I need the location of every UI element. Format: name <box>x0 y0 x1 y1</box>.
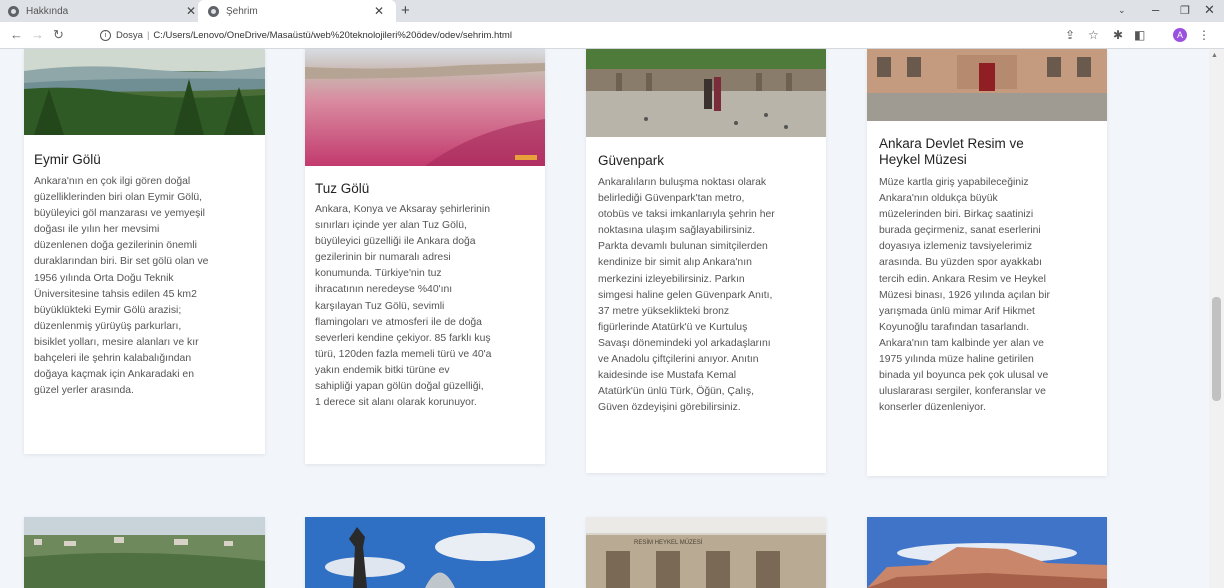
card-text: Ankaralıların buluşma noktası olarak bel… <box>598 177 775 414</box>
tab-hakkinda[interactable]: Hakkında ✕ <box>8 0 198 22</box>
tab-label: Şehrim <box>226 5 258 17</box>
bookmark-star-icon[interactable]: ☆ <box>1088 28 1099 42</box>
address-bar: ← → ↻ i Dosya | C:/Users/Lenovo/OneDrive… <box>0 22 1224 49</box>
card-bottom-3: RESİM HEYKEL MÜZESİ <box>586 517 826 588</box>
url-prefix: Dosya <box>116 29 143 41</box>
card-guvenpark: Güvenpark Ankaralıların buluşma noktası … <box>586 49 826 473</box>
guvenpark-image <box>586 49 826 137</box>
url-field[interactable]: i Dosya | C:/Users/Lenovo/OneDrive/Masaü… <box>92 25 1022 45</box>
menu-icon[interactable]: ⋮ <box>1198 28 1210 42</box>
reload-icon[interactable]: ↻ <box>53 27 64 43</box>
tuz-golu-image <box>305 49 545 166</box>
museum-image <box>867 49 1107 121</box>
card-tuz-golu: Tuz Gölü Ankara, Konya ve Aksaray şehirl… <box>305 49 545 464</box>
scrollbar-thumb[interactable] <box>1212 297 1221 401</box>
back-icon[interactable]: ← <box>10 27 23 42</box>
card-title: Eymir Gölü <box>34 152 101 167</box>
tab-bar: Hakkında ✕ Şehrim ✕ + ⌄ – ❐ ✕ <box>0 0 1224 22</box>
museum-sign-text: RESİM HEYKEL MÜZESİ <box>634 540 703 546</box>
close-tab-icon[interactable]: ✕ <box>186 4 196 18</box>
url-text: C:/Users/Lenovo/OneDrive/Masaüstü/web%20… <box>153 29 512 41</box>
card-bottom-4 <box>867 517 1107 588</box>
tab-label: Hakkında <box>26 5 69 17</box>
rock-formation-image <box>867 517 1107 588</box>
card-text: Ankara, Konya ve Aksaray şehirlerinin sı… <box>315 204 492 409</box>
close-tab-icon[interactable]: ✕ <box>374 4 384 18</box>
new-tab-button[interactable]: + <box>401 2 410 19</box>
scroll-up-icon[interactable]: ▲ <box>1211 52 1218 59</box>
card-bottom-1 <box>24 517 265 588</box>
card-resim-heykel-muzesi: Ankara Devlet Resim ve Heykel Müzesi Müz… <box>867 49 1107 476</box>
globe-icon <box>208 5 219 17</box>
close-window-icon[interactable]: ✕ <box>1204 2 1215 18</box>
minimize-icon[interactable]: – <box>1152 2 1159 17</box>
url-separator: | <box>146 29 150 41</box>
cityscape-image <box>24 517 265 588</box>
profile-avatar[interactable]: A <box>1173 28 1187 42</box>
info-icon[interactable]: i <box>100 29 111 41</box>
statue-image <box>305 517 545 588</box>
share-icon[interactable]: ⇪ <box>1065 28 1075 42</box>
restore-icon[interactable]: ❐ <box>1180 4 1190 17</box>
card-bottom-2 <box>305 517 545 588</box>
card-eymir-golu: Eymir Gölü Ankara'nın en çok ilgi gören … <box>24 49 265 454</box>
forward-icon[interactable]: → <box>31 27 44 42</box>
tab-sehrim[interactable]: Şehrim ✕ <box>198 0 396 22</box>
eymir-golu-image <box>24 49 265 135</box>
side-panel-icon[interactable]: ◧ <box>1134 28 1145 42</box>
card-title: Ankara Devlet Resim ve Heykel Müzesi <box>879 136 1024 167</box>
extensions-icon[interactable]: ✱ <box>1113 28 1123 42</box>
card-title: Güvenpark <box>598 153 665 168</box>
building-image <box>586 517 826 588</box>
card-text: Müze kartla giriş yapabileceğiniz Ankara… <box>879 177 1050 414</box>
card-title: Tuz Gölü <box>315 181 370 196</box>
card-text: Ankara'nın en çok ilgi gören doğal güzel… <box>34 176 209 397</box>
globe-icon <box>8 5 19 17</box>
tab-search-icon[interactable]: ⌄ <box>1118 5 1126 16</box>
